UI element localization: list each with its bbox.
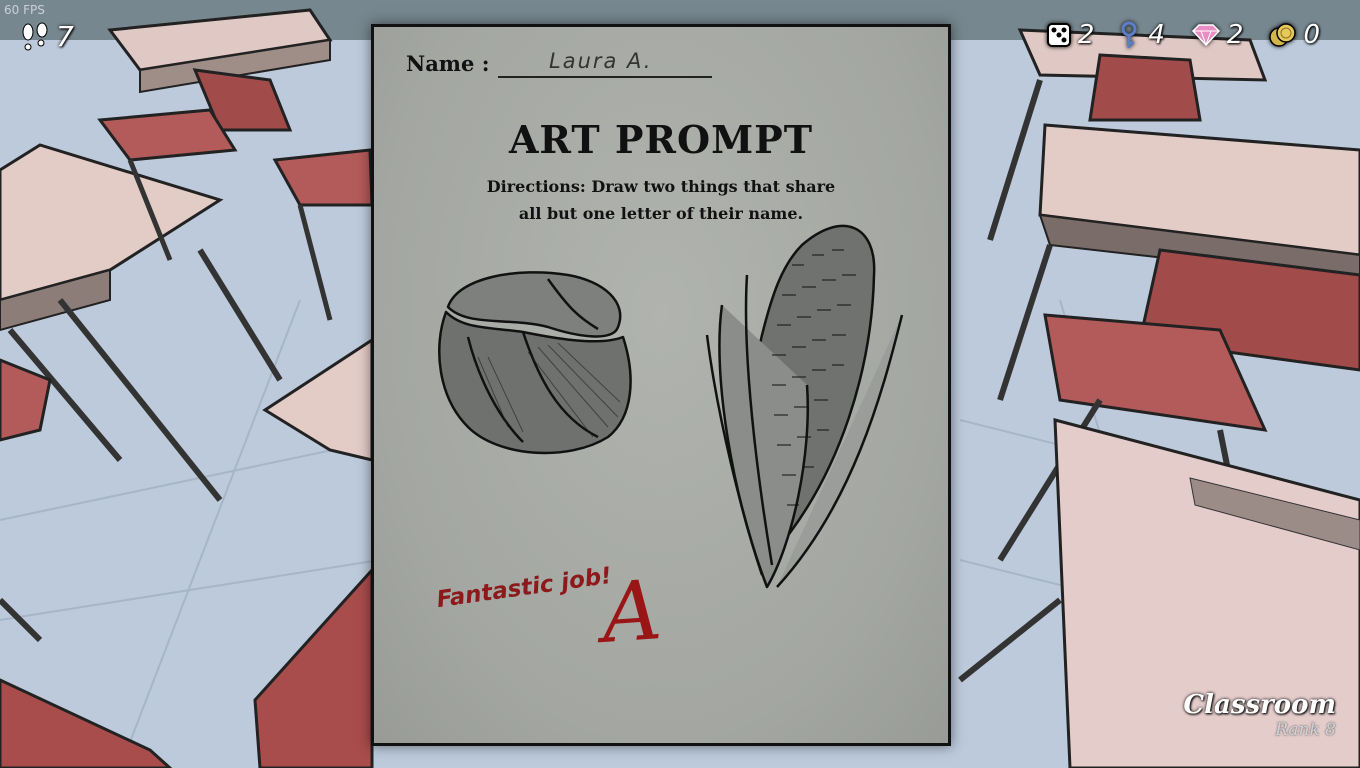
steps-counter: 7 xyxy=(20,20,74,53)
directions-line-1: Directions: Draw two things that share xyxy=(486,177,836,196)
keys-value: 4 xyxy=(1148,20,1165,50)
art-prompt-paper: Name : Laura A. ART PROMPT Directions: D… xyxy=(371,24,951,746)
dice-counter: 2 xyxy=(1046,20,1095,50)
location-label: Classroom Rank 8 xyxy=(1183,690,1336,740)
name-underline xyxy=(498,76,712,78)
coins-icon xyxy=(1269,23,1297,47)
student-name: Laura A. xyxy=(549,49,653,73)
gems-value: 2 xyxy=(1226,20,1244,50)
fps-counter: 60 FPS xyxy=(4,3,45,17)
coins-value: 0 xyxy=(1303,20,1320,50)
keys-counter: 4 xyxy=(1120,20,1165,50)
steps-value: 7 xyxy=(56,20,74,53)
dice-icon xyxy=(1046,23,1071,47)
footsteps-icon xyxy=(22,22,48,50)
key-icon xyxy=(1121,21,1137,48)
location-name: Classroom xyxy=(1183,690,1336,720)
paper-title: ART PROMPT xyxy=(508,117,814,162)
grade-mark: A xyxy=(598,563,665,662)
corn-drawing xyxy=(705,224,904,589)
resource-counters: 2 4 2 0 xyxy=(1046,20,1320,50)
coins-counter: 0 xyxy=(1269,20,1320,50)
location-rank: Rank 8 xyxy=(1275,720,1336,740)
dice-value: 2 xyxy=(1077,20,1095,50)
name-label: Name : xyxy=(406,51,490,76)
gem-icon xyxy=(1191,24,1220,47)
gems-counter: 2 xyxy=(1191,20,1244,50)
acorn-drawing xyxy=(438,271,632,455)
